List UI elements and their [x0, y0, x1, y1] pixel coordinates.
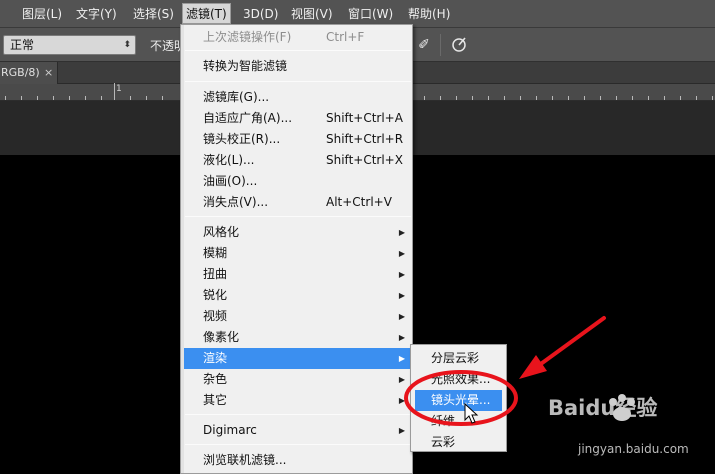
ruler-tick: [488, 96, 489, 100]
menu-item-adaptive-wide-angle[interactable]: 自适应广角(A)... Shift+Ctrl+A: [184, 108, 412, 129]
menu-item-video[interactable]: 视频 ▶: [184, 306, 412, 327]
ruler-tick: [632, 96, 633, 100]
ruler-tick: [130, 96, 131, 100]
ruler-tick: [114, 83, 115, 100]
ruler-tick: [162, 96, 163, 100]
menu-separator: [185, 444, 411, 445]
dropdown-arrow-icon: ⬍: [123, 40, 131, 50]
ruler-tick: [472, 96, 473, 100]
menu-3d[interactable]: 3D(D): [243, 6, 278, 23]
menu-item-digimarc[interactable]: Digimarc ▶: [184, 420, 412, 441]
menu-type[interactable]: 文字(Y): [76, 6, 117, 23]
ruler-label: 1: [116, 84, 122, 94]
menu-item-vanishing-point[interactable]: 消失点(V)... Alt+Ctrl+V: [184, 192, 412, 213]
shortcut-label: Ctrl+F: [326, 30, 365, 44]
ruler-tick: [101, 96, 102, 100]
document-tab[interactable]: RGB/8) ×: [0, 62, 58, 84]
submenu-arrow-icon: ▶: [398, 396, 405, 405]
submenu-item-clouds[interactable]: 云彩: [415, 432, 502, 453]
shortcut-label: Shift+Ctrl+X: [326, 153, 403, 167]
render-submenu: 分层云彩 光照效果... 镜头光晕... 纤维... 云彩: [410, 344, 507, 452]
toolbar-divider: [440, 34, 441, 56]
submenu-arrow-icon: ▶: [398, 375, 405, 384]
ruler-tick: [696, 96, 697, 100]
menu-item-stylize[interactable]: 风格化 ▶: [184, 222, 412, 243]
menu-view[interactable]: 视图(V): [291, 6, 333, 23]
menu-separator: [185, 81, 411, 82]
close-icon[interactable]: ×: [44, 62, 53, 84]
ruler-tick: [552, 96, 553, 100]
menu-item-oil-paint[interactable]: 油画(O)...: [184, 171, 412, 192]
menu-item-filter-gallery[interactable]: 滤镜库(G)...: [184, 87, 412, 108]
ruler-tick: [85, 96, 86, 100]
ruler-tick: [69, 96, 70, 100]
submenu-item-lighting-effects[interactable]: 光照效果...: [415, 369, 502, 390]
submenu-arrow-icon: ▶: [398, 249, 405, 258]
menu-item-last-filter: 上次滤镜操作(F) Ctrl+F: [184, 27, 412, 48]
menu-item-browse-online-filters[interactable]: 浏览联机滤镜...: [184, 450, 412, 471]
pressure-size-icon[interactable]: [449, 35, 469, 55]
submenu-arrow-icon: ▶: [398, 312, 405, 321]
menu-item-other[interactable]: 其它 ▶: [184, 390, 412, 411]
watermark-url: jingyan.baidu.com: [578, 442, 689, 456]
ruler-tick: [616, 96, 617, 100]
shortcut-label: Shift+Ctrl+R: [326, 132, 404, 146]
shortcut-label: Shift+Ctrl+A: [326, 111, 403, 125]
ruler-tick: [53, 96, 54, 100]
menu-separator: [185, 216, 411, 217]
ruler-tick: [584, 96, 585, 100]
menu-window[interactable]: 窗口(W): [348, 6, 393, 23]
ruler-tick: [424, 96, 425, 100]
ruler-tick: [456, 96, 457, 100]
menu-item-convert-smart-filter[interactable]: 转换为智能滤镜: [184, 56, 412, 77]
ruler-tick: [600, 96, 601, 100]
menu-item-liquify[interactable]: 液化(L)... Shift+Ctrl+X: [184, 150, 412, 171]
blend-mode-select[interactable]: 正常 ⬍: [3, 35, 136, 55]
submenu-arrow-icon: ▶: [398, 228, 405, 237]
menu-filter[interactable]: 滤镜(T): [182, 3, 231, 24]
menu-item-blur[interactable]: 模糊 ▶: [184, 243, 412, 264]
shortcut-label: Alt+Ctrl+V: [326, 195, 392, 209]
submenu-item-lens-flare[interactable]: 镜头光晕...: [415, 390, 502, 411]
ruler-tick: [504, 96, 505, 100]
ruler-tick: [536, 96, 537, 100]
ruler-tick: [21, 96, 22, 100]
ruler-tick: [664, 96, 665, 100]
submenu-arrow-icon: ▶: [398, 333, 405, 342]
menu-item-pixelate[interactable]: 像素化 ▶: [184, 327, 412, 348]
menu-item-render[interactable]: 渲染 ▶: [184, 348, 412, 369]
ruler-tick: [5, 96, 6, 100]
menu-help[interactable]: 帮助(H): [408, 6, 450, 23]
ruler-tick: [146, 96, 147, 100]
ruler-tick: [37, 96, 38, 100]
ruler-tick: [680, 96, 681, 100]
menu-item-distort[interactable]: 扭曲 ▶: [184, 264, 412, 285]
submenu-arrow-icon: ▶: [398, 291, 405, 300]
submenu-item-fibers[interactable]: 纤维...: [415, 411, 502, 432]
document-tab-label: RGB/8): [1, 66, 40, 79]
menu-layer[interactable]: 图层(L): [22, 6, 62, 23]
watermark-brand: Baidu经验: [548, 396, 658, 420]
menu-separator: [185, 414, 411, 415]
filter-menu: 上次滤镜操作(F) Ctrl+F 转换为智能滤镜 滤镜库(G)... 自适应广角…: [180, 24, 413, 474]
menu-item-sharpen[interactable]: 锐化 ▶: [184, 285, 412, 306]
ruler-tick: [712, 96, 713, 100]
ruler-tick: [440, 96, 441, 100]
blend-mode-value: 正常: [10, 38, 35, 52]
submenu-item-difference-clouds[interactable]: 分层云彩: [415, 348, 502, 369]
ruler-tick: [568, 96, 569, 100]
submenu-arrow-icon: ▶: [398, 270, 405, 279]
ruler-tick: [520, 96, 521, 100]
ruler-tick: [648, 96, 649, 100]
submenu-arrow-icon: ▶: [398, 426, 405, 435]
menu-item-lens-correction[interactable]: 镜头校正(R)... Shift+Ctrl+R: [184, 129, 412, 150]
menu-separator: [185, 50, 411, 51]
airbrush-icon[interactable]: ✐: [414, 35, 434, 55]
menu-item-noise[interactable]: 杂色 ▶: [184, 369, 412, 390]
submenu-arrow-icon: ▶: [398, 354, 405, 363]
menu-select[interactable]: 选择(S): [133, 6, 174, 23]
